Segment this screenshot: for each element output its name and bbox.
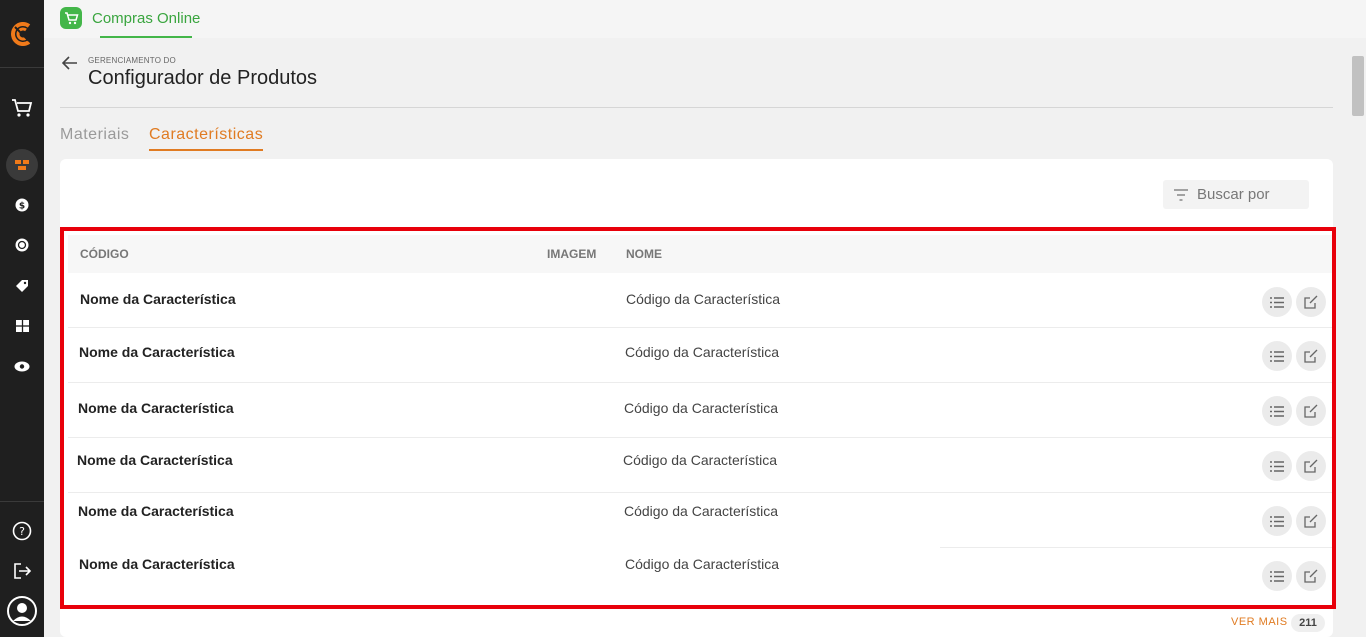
building-blocks-icon[interactable]	[0, 150, 44, 180]
list-details-button[interactable]	[1262, 396, 1292, 426]
header-divider	[60, 107, 1333, 108]
page-title: Configurador de Produtos	[88, 67, 318, 89]
table-row[interactable]: Nome da Característica Código da Caracte…	[68, 383, 1332, 438]
list-details-button[interactable]	[1262, 341, 1292, 371]
scrollbar-thumb[interactable]	[1352, 56, 1364, 116]
cart-icon	[60, 7, 82, 29]
logout-icon[interactable]	[0, 556, 44, 586]
table-row[interactable]: Nome da Característica Código da Caracte…	[68, 438, 1332, 493]
row-codigo: Nome da Característica	[78, 503, 234, 519]
list-details-button[interactable]	[1262, 561, 1292, 591]
edit-button[interactable]	[1296, 506, 1326, 536]
list-details-button[interactable]	[1262, 451, 1292, 481]
grid-icon[interactable]	[0, 311, 44, 341]
eye-icon[interactable]	[0, 351, 44, 381]
table-row[interactable]: Nome da Característica Código da Caracte…	[68, 548, 1332, 603]
cart-icon[interactable]	[0, 93, 44, 123]
edit-button[interactable]	[1296, 341, 1326, 371]
filter-icon	[1174, 188, 1188, 201]
row-nome: Código da Característica	[624, 400, 779, 416]
row-codigo: Nome da Característica	[78, 400, 234, 416]
row-codigo: Nome da Característica	[79, 556, 235, 572]
table-row[interactable]: Nome da Característica Código da Caracte…	[68, 493, 1332, 548]
column-header-codigo[interactable]: CÓDIGO	[80, 247, 129, 261]
row-codigo: Nome da Característica	[79, 344, 235, 360]
search-input[interactable]: Buscar por	[1163, 180, 1309, 209]
list-details-button[interactable]	[1262, 506, 1292, 536]
search-placeholder: Buscar por	[1197, 186, 1270, 203]
page-eyebrow: GERENCIAMENTO DO	[88, 56, 176, 65]
table-row[interactable]: Nome da Característica Código da Caracte…	[68, 273, 1332, 328]
characteristics-table: CÓDIGO IMAGEM NOME Nome da Característic…	[60, 227, 1336, 609]
tag-icon[interactable]	[0, 271, 44, 301]
edit-button[interactable]	[1296, 451, 1326, 481]
row-codigo: Nome da Característica	[77, 452, 233, 468]
back-arrow-icon[interactable]	[61, 56, 78, 75]
edit-button[interactable]	[1296, 287, 1326, 317]
sidebar-divider	[0, 501, 44, 502]
ver-mais-link[interactable]: VER MAIS	[1231, 616, 1288, 628]
row-nome: Código da Característica	[623, 452, 778, 468]
sidebar: $ ?	[0, 0, 44, 637]
exchange-coin-icon[interactable]	[0, 230, 44, 260]
edit-button[interactable]	[1296, 396, 1326, 426]
tab-caracteristicas[interactable]: Características	[149, 126, 264, 151]
row-nome: Código da Característica	[625, 344, 780, 360]
help-icon[interactable]: ?	[0, 516, 44, 546]
result-count-badge: 211	[1291, 614, 1325, 632]
page-scrollbar[interactable]	[1350, 38, 1366, 637]
svg-text:$: $	[19, 202, 25, 212]
svg-text:?: ?	[19, 525, 25, 538]
logo-icon	[11, 21, 31, 46]
row-nome: Código da Característica	[624, 503, 779, 519]
table-header: CÓDIGO IMAGEM NOME	[68, 235, 1332, 273]
column-header-nome[interactable]: NOME	[626, 247, 662, 261]
row-codigo: Nome da Característica	[80, 291, 236, 307]
list-details-button[interactable]	[1262, 287, 1292, 317]
user-avatar-icon[interactable]	[0, 596, 44, 626]
row-nome: Código da Característica	[626, 291, 781, 307]
row-nome: Código da Característica	[625, 556, 780, 572]
app-tab-label[interactable]: Compras Online	[92, 10, 200, 27]
column-header-imagem: IMAGEM	[547, 247, 597, 261]
brand-logo[interactable]	[0, 0, 44, 68]
tab-materiais[interactable]: Materiais	[60, 126, 129, 144]
edit-button[interactable]	[1296, 561, 1326, 591]
dollar-coin-icon[interactable]: $	[0, 190, 44, 220]
app-tabbar: Compras Online	[44, 0, 1366, 38]
table-row[interactable]: Nome da Característica Código da Caracte…	[68, 328, 1332, 383]
